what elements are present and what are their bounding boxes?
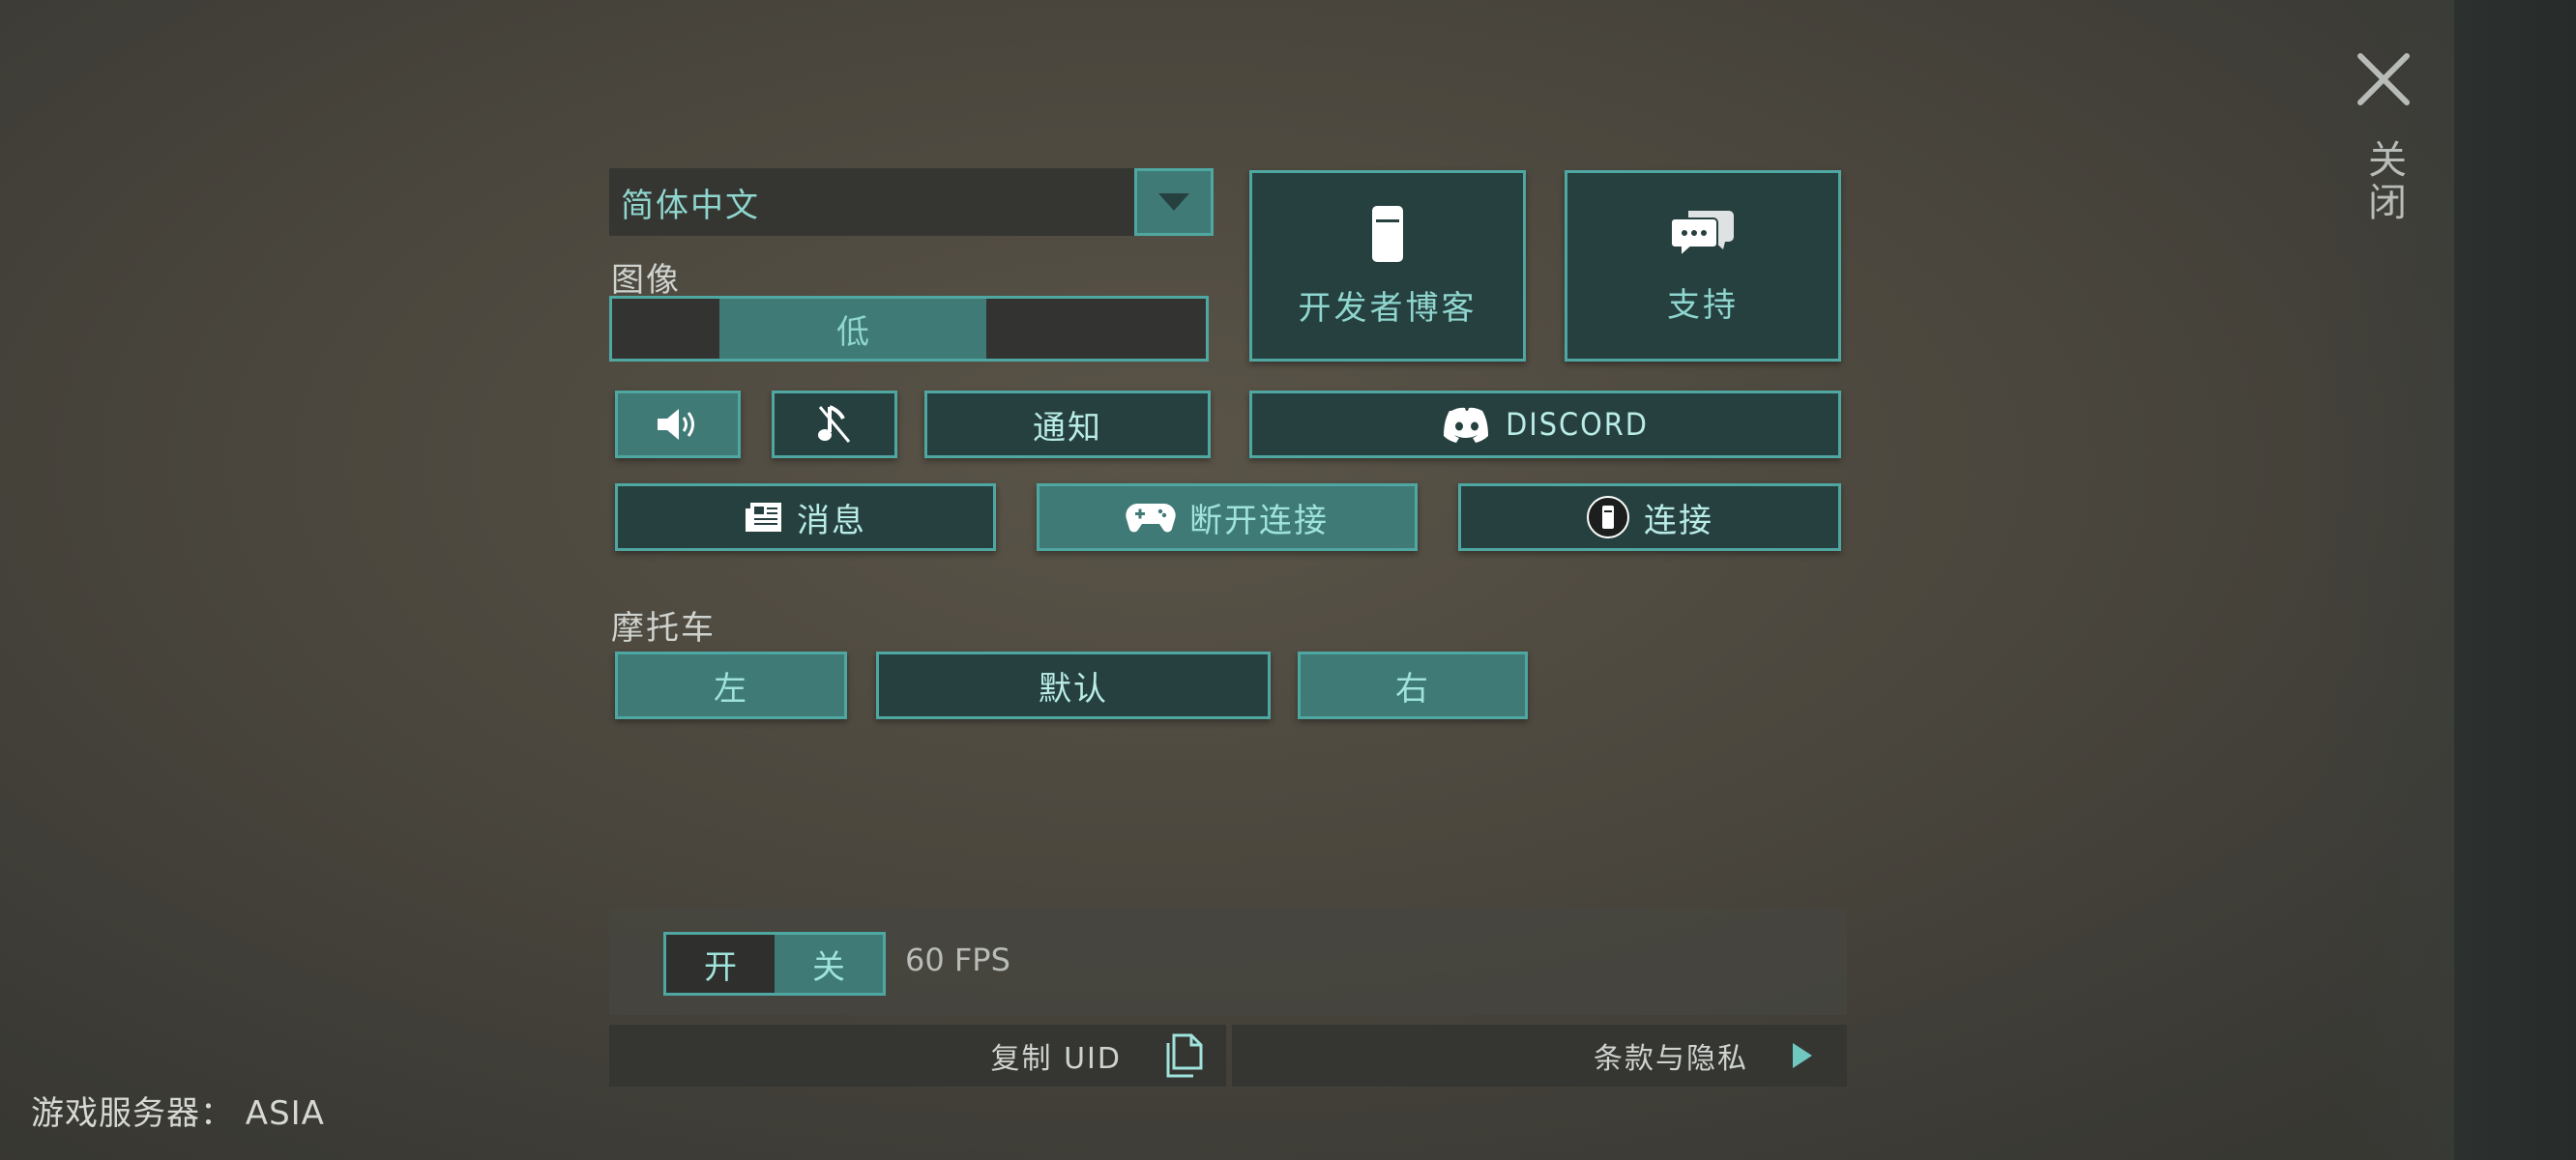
sound-toggle-button[interactable] [615,391,741,458]
copy-uid-label: 复制 UID [990,1042,1122,1076]
chevron-down-icon [1158,193,1189,211]
motorcycle-left-button[interactable]: 左 [615,652,847,719]
terms-privacy-button[interactable]: 条款与隐私 [1232,1025,1847,1087]
discord-icon [1444,407,1489,443]
fps-toggle[interactable]: 开 关 [663,932,886,996]
language-select[interactable]: 简体中文 [609,168,1214,236]
close-button[interactable]: 关闭 [2350,48,2417,242]
graphics-quality-slider[interactable]: 低 [609,296,1209,362]
dev-blog-label: 开发者博客 [1298,288,1478,328]
graphics-label: 图像 [611,261,681,300]
motorcycle-default-label: 默认 [1039,669,1108,709]
dev-blog-button[interactable]: 开发者博客 [1249,170,1526,362]
play-arrow-icon [1793,1043,1812,1068]
fps-off-option[interactable]: 关 [775,935,883,993]
disconnect-label: 断开连接 [1189,501,1329,540]
motorcycle-left-label: 左 [714,669,748,709]
fps-value: 60 FPS [905,942,1010,978]
notifications-button[interactable]: 通知 [924,391,1211,458]
server-label: 游戏服务器： ASIA [31,1094,325,1133]
phone-icon [1372,205,1403,262]
music-off-icon [818,405,851,443]
support-label: 支持 [1667,285,1739,325]
dropdown-arrow-button[interactable] [1134,168,1214,236]
support-button[interactable]: 支持 [1565,170,1841,362]
copy-uid-button[interactable]: 复制 UID [609,1025,1226,1087]
discord-button[interactable]: DISCORD [1249,391,1841,458]
connect-button[interactable]: 连接 [1458,483,1841,551]
newspaper-icon [746,503,781,532]
fps-on-option[interactable]: 开 [666,935,775,993]
close-icon [2357,53,2410,105]
disconnect-button[interactable]: 断开连接 [1037,483,1418,551]
connect-label: 连接 [1644,501,1713,540]
fps-panel: 开 关 60 FPS [609,909,1847,1015]
motorcycle-right-button[interactable]: 右 [1298,652,1528,719]
motorcycle-right-label: 右 [1395,669,1430,709]
gamepad-icon [1126,504,1176,533]
graphics-quality-level: 低 [719,299,986,359]
close-label: 关闭 [2361,139,2406,224]
discord-label: DISCORD [1506,406,1649,443]
speaker-icon [658,409,694,440]
phone-circle-icon [1587,496,1629,538]
language-value: 简体中文 [621,186,760,225]
news-label: 消息 [797,501,866,540]
motorcycle-label: 摩托车 [611,609,716,648]
graphics-quality-text: 低 [836,312,869,352]
right-strip [2454,0,2576,1160]
copy-icon [1166,1033,1203,1078]
terms-privacy-label: 条款与隐私 [1594,1042,1748,1076]
news-button[interactable]: 消息 [615,483,996,551]
music-toggle-button[interactable] [772,391,897,458]
notifications-label: 通知 [1033,408,1102,448]
motorcycle-default-button[interactable]: 默认 [876,652,1271,719]
chat-bubbles-icon [1671,210,1734,258]
